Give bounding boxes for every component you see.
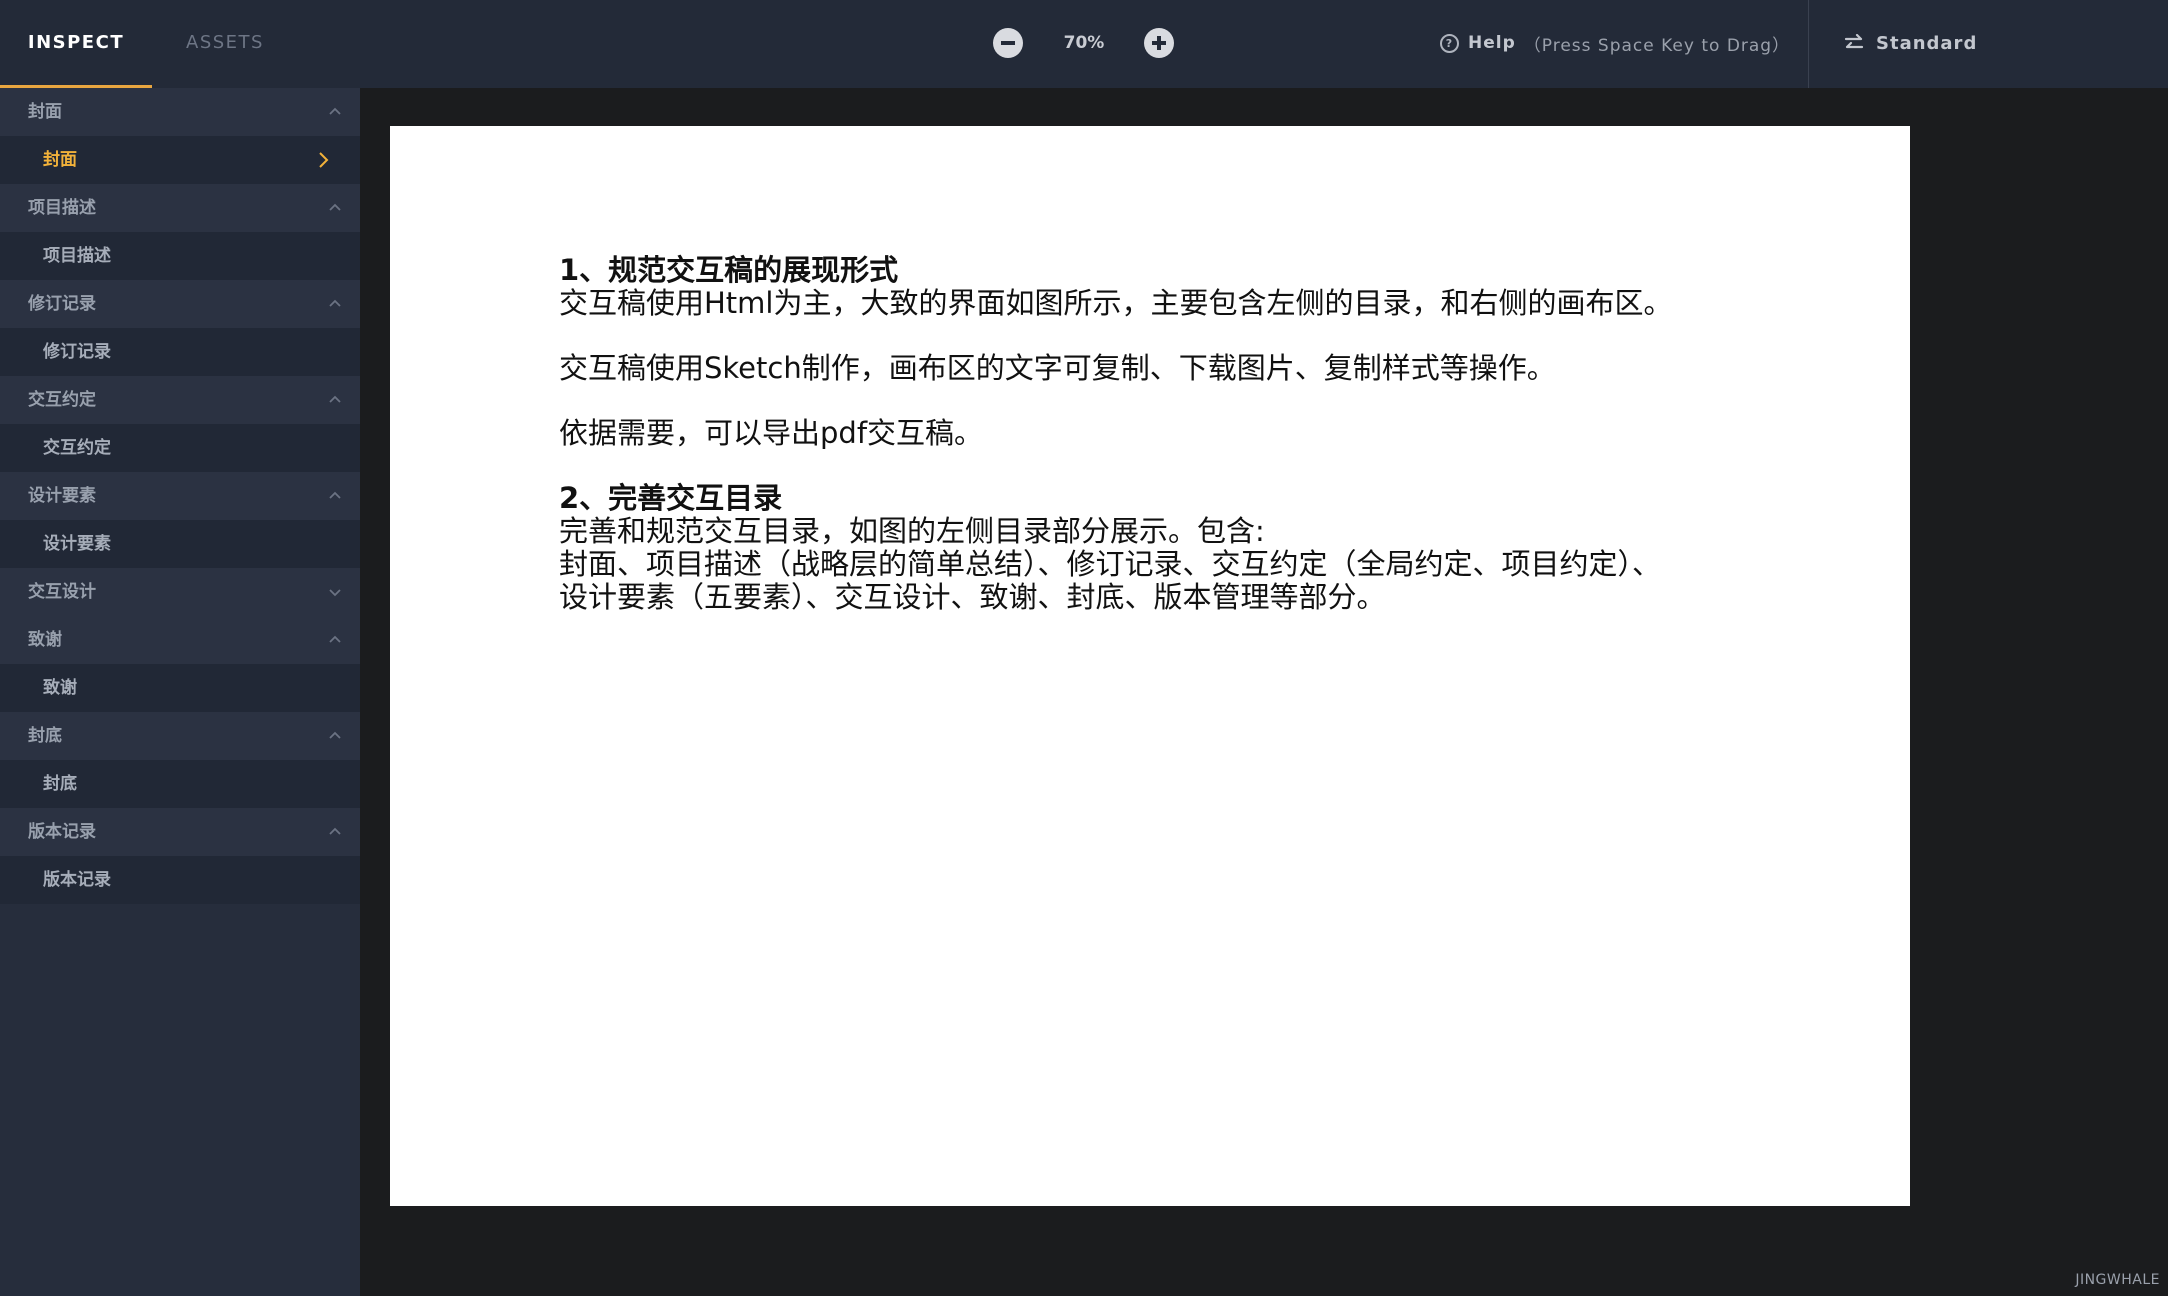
watermark: JINGWHALE: [2075, 1272, 2160, 1288]
sidebar-item-cover[interactable]: 封面: [0, 136, 360, 184]
zoom-out-button[interactable]: [993, 28, 1023, 58]
section-heading: 1、规范交互稿的展现形式: [559, 253, 899, 287]
help-button[interactable]: ? Help （Press Space Key to Drag）: [1440, 28, 1790, 58]
sidebar-group-revision-log[interactable]: 修订记录: [0, 280, 360, 328]
sidebar-group-back-cover[interactable]: 封底: [0, 712, 360, 760]
zoom-level: 70%: [1063, 33, 1105, 53]
tab-inspect[interactable]: INSPECT: [0, 0, 152, 88]
chevron-up-icon: [329, 395, 341, 403]
zoom-in-button[interactable]: [1144, 28, 1174, 58]
paragraph: 依据需要，可以导出pdf交互稿。: [559, 416, 984, 450]
sidebar-group-label: 交互约定: [28, 390, 96, 410]
help-label: Help: [1468, 33, 1516, 53]
paragraph: 封面、项目描述（战略层的简单总结）、修订记录、交互约定（全局约定、项目约定）、: [559, 547, 1662, 581]
sidebar-group-label: 封底: [28, 726, 62, 746]
sidebar-item-label: 交互约定: [43, 438, 111, 458]
sidebar-group-label: 设计要素: [28, 486, 96, 506]
sidebar-item-label: 项目描述: [43, 246, 111, 266]
artboard-content: 1、规范交互稿的展现形式 交互稿使用Html为主，大致的界面如图所示，主要包含左…: [559, 254, 1889, 614]
top-toolbar: INSPECT ASSETS 70% ? Help （Press Space K…: [0, 0, 2168, 88]
sidebar-group-label: 版本记录: [28, 822, 96, 842]
chevron-right-icon: [319, 152, 329, 168]
toolbar-divider: [1808, 0, 1809, 88]
paragraph: 完善和规范交互目录，如图的左侧目录部分展示。包含:: [559, 514, 1265, 548]
sidebar-group-design-elements[interactable]: 设计要素: [0, 472, 360, 520]
chevron-up-icon: [329, 827, 341, 835]
sidebar-item-label: 封底: [43, 774, 77, 794]
chevron-up-icon: [329, 491, 341, 499]
sidebar-item-project-description[interactable]: 项目描述: [0, 232, 360, 280]
sidebar-group-interaction-conventions[interactable]: 交互约定: [0, 376, 360, 424]
sidebar-item-back-cover[interactable]: 封底: [0, 760, 360, 808]
chevron-up-icon: [329, 203, 341, 211]
sidebar-group-label: 封面: [28, 102, 62, 122]
chevron-up-icon: [329, 635, 341, 643]
sidebar-item-label: 修订记录: [43, 342, 111, 362]
sidebar-group-cover[interactable]: 封面: [0, 88, 360, 136]
paragraph: 交互稿使用Html为主，大致的界面如图所示，主要包含左侧的目录，和右侧的画布区。: [559, 286, 1673, 320]
sidebar-group-interaction-design[interactable]: 交互设计: [0, 568, 360, 616]
sidebar-group-project-description[interactable]: 项目描述: [0, 184, 360, 232]
mode-switch-button[interactable]: Standard: [1844, 28, 1977, 58]
chevron-up-icon: [329, 107, 341, 115]
sidebar-item-interaction-conventions[interactable]: 交互约定: [0, 424, 360, 472]
sidebar-group-label: 项目描述: [28, 198, 96, 218]
sidebar-group-label: 交互设计: [28, 582, 96, 602]
paragraph: 交互稿使用Sketch制作，画布区的文字可复制、下载图片、复制样式等操作。: [559, 351, 1556, 385]
sidebar-item-acknowledgements[interactable]: 致谢: [0, 664, 360, 712]
sidebar-item-label: 封面: [43, 150, 77, 170]
sidebar-item-design-elements[interactable]: 设计要素: [0, 520, 360, 568]
sidebar-group-acknowledgements[interactable]: 致谢: [0, 616, 360, 664]
chevron-up-icon: [329, 731, 341, 739]
app-window: INSPECT ASSETS 70% ? Help （Press Space K…: [0, 0, 2168, 1296]
sidebar-item-revision-log[interactable]: 修订记录: [0, 328, 360, 376]
minus-icon: [1001, 41, 1015, 45]
swap-icon: [1844, 34, 1864, 49]
chevron-down-icon: [329, 589, 341, 597]
help-hint: （Press Space Key to Drag）: [1523, 35, 1791, 56]
mode-label: Standard: [1876, 32, 1978, 54]
sidebar-item-label: 设计要素: [43, 534, 111, 554]
section-heading: 2、完善交互目录: [559, 481, 783, 515]
chevron-up-icon: [329, 299, 341, 307]
sidebar-item-label: 致谢: [43, 678, 77, 698]
sidebar-item-version-history[interactable]: 版本记录: [0, 856, 360, 904]
sidebar: 封面 封面 项目描述 项目描述 修订记录 修订记录 交互约定 交互约定 设计要素…: [0, 88, 360, 1296]
sidebar-group-label: 修订记录: [28, 294, 96, 314]
sidebar-group-version-history[interactable]: 版本记录: [0, 808, 360, 856]
help-icon: ?: [1440, 33, 1459, 53]
artboard[interactable]: 1、规范交互稿的展现形式 交互稿使用Html为主，大致的界面如图所示，主要包含左…: [390, 126, 1910, 1206]
sidebar-group-label: 致谢: [28, 630, 62, 650]
paragraph: 设计要素（五要素）、交互设计、致谢、封底、版本管理等部分。: [559, 580, 1386, 614]
tab-assets[interactable]: ASSETS: [160, 0, 290, 85]
sidebar-item-label: 版本记录: [43, 870, 111, 890]
canvas-area[interactable]: 1、规范交互稿的展现形式 交互稿使用Html为主，大致的界面如图所示，主要包含左…: [360, 88, 2168, 1296]
